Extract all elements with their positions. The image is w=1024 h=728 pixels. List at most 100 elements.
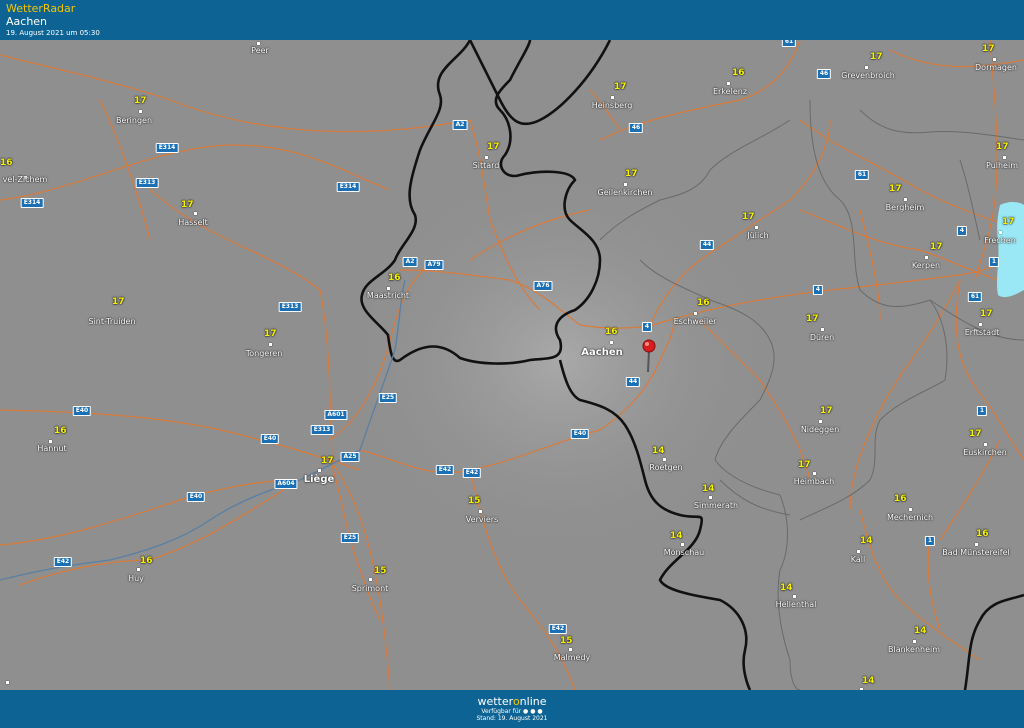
timestamp: 19. August 2021 um 05:30 — [6, 29, 100, 37]
place-dot — [139, 110, 142, 113]
city-label: Verviers — [465, 515, 499, 524]
place-dot — [663, 458, 666, 461]
wetteronline-logo[interactable]: wetteronline — [0, 695, 1024, 708]
city-label: Kerpen — [911, 261, 941, 270]
city-label: Beringen — [115, 116, 153, 125]
city-label: Monschau — [663, 548, 705, 557]
road-shield: E42 — [435, 465, 455, 475]
city-label: Malmedy — [553, 653, 591, 662]
footer-bar: wetteronline Verfügbar für ● ● ● Stand: … — [0, 690, 1024, 728]
place-dot — [49, 440, 52, 443]
road-shield: 61 — [854, 170, 870, 180]
header-bar: WetterRadar Aachen 19. August 2021 um 05… — [0, 0, 1024, 40]
road-shield: E314 — [20, 198, 44, 208]
temperature-label: 17 — [969, 429, 982, 439]
road-shield: 46 — [816, 69, 832, 79]
road-shield: E313 — [135, 178, 159, 188]
place-dot — [318, 469, 321, 472]
map-lines — [0, 40, 1024, 690]
city-label: vel-Zichem — [2, 175, 48, 184]
place-dot — [610, 341, 613, 344]
temperature-label: 17 — [625, 169, 638, 179]
city-label: Eschweiler — [673, 317, 717, 326]
place-dot — [999, 231, 1002, 234]
place-dot — [904, 198, 907, 201]
logo-part: o — [512, 695, 520, 708]
road-shield: E25 — [378, 393, 398, 403]
city-label: Simmerath — [693, 501, 739, 510]
temperature-label: 14 — [702, 484, 715, 494]
place-dot — [709, 496, 712, 499]
city-label: Hannut — [37, 444, 67, 453]
temperature-label: 15 — [374, 566, 387, 576]
radar-map[interactable]: Peer 17 Beringen 16 vel-Zichem 17 Hassel… — [0, 40, 1024, 690]
city-label: Kall — [850, 555, 866, 564]
place-dot — [137, 568, 140, 571]
road-shield: A25 — [340, 452, 360, 462]
temperature-label: 16 — [54, 426, 67, 436]
city-label: Frechen — [984, 236, 1016, 245]
place-dot — [755, 226, 758, 229]
city-label: Mechernich — [886, 513, 934, 522]
road-shield: E313 — [310, 425, 334, 435]
road-shield: 44 — [699, 240, 715, 250]
road-shield: E42 — [462, 468, 482, 478]
temperature-label: 17 — [980, 309, 993, 319]
road-shield: E314 — [155, 143, 179, 153]
place-dot — [979, 323, 982, 326]
road-shield: 4 — [812, 285, 824, 295]
temperature-label: 14 — [914, 626, 927, 636]
road-shield: E40 — [186, 492, 206, 502]
place-dot — [387, 287, 390, 290]
temperature-label: 16 — [0, 158, 13, 168]
temperature-label: 17 — [806, 314, 819, 324]
temperature-label: 15 — [560, 636, 573, 646]
place-dot — [369, 578, 372, 581]
place-dot — [993, 58, 996, 61]
place-dot — [681, 543, 684, 546]
temperature-label: 17 — [996, 142, 1009, 152]
place-dot — [813, 472, 816, 475]
road-shield: 4 — [956, 226, 968, 236]
availability-text: Verfügbar für ● ● ● — [481, 708, 543, 715]
temperature-label: 17 — [181, 200, 194, 210]
logo-part: wetter — [477, 695, 513, 708]
road-shield: E40 — [260, 434, 280, 444]
road-shield: A2 — [402, 257, 418, 267]
temperature-label: 16 — [388, 273, 401, 283]
road-shield: E313 — [278, 302, 302, 312]
temperature-label: 14 — [652, 446, 665, 456]
logo-part: nline — [519, 695, 547, 708]
city-label: Heinsberg — [591, 101, 633, 110]
place-dot — [194, 212, 197, 215]
place-dot — [479, 510, 482, 513]
temperature-label: 17 — [930, 242, 943, 252]
city-label: Grevenbroich — [841, 71, 895, 80]
temperature-label: 16 — [605, 327, 618, 337]
city-label: Aachen — [581, 347, 623, 358]
temperature-label: 17 — [820, 406, 833, 416]
place-dot — [865, 66, 868, 69]
road-shield: E314 — [336, 182, 360, 192]
temperature-label: 17 — [487, 142, 500, 152]
location-title: Aachen — [6, 15, 48, 28]
place-dot — [913, 640, 916, 643]
temperature-label: 17 — [614, 82, 627, 92]
place-dot — [269, 343, 272, 346]
road-shield: 44 — [625, 377, 641, 387]
city-label: Erkelenz — [712, 87, 748, 96]
place-dot — [819, 420, 822, 423]
place-dot — [975, 543, 978, 546]
temperature-label: 16 — [697, 298, 710, 308]
road-shield: E40 — [570, 429, 590, 439]
temperature-label: 17 — [112, 297, 125, 307]
place-dot — [857, 550, 860, 553]
place-dot — [6, 681, 9, 684]
road-shield: 61 — [781, 40, 797, 47]
city-label: Hellenthal — [775, 600, 817, 609]
temperature-label: 17 — [321, 456, 334, 466]
city-label: Dormagen — [975, 63, 1017, 72]
place-dot — [611, 96, 614, 99]
place-dot — [624, 183, 627, 186]
road-shield: 4 — [641, 322, 653, 332]
